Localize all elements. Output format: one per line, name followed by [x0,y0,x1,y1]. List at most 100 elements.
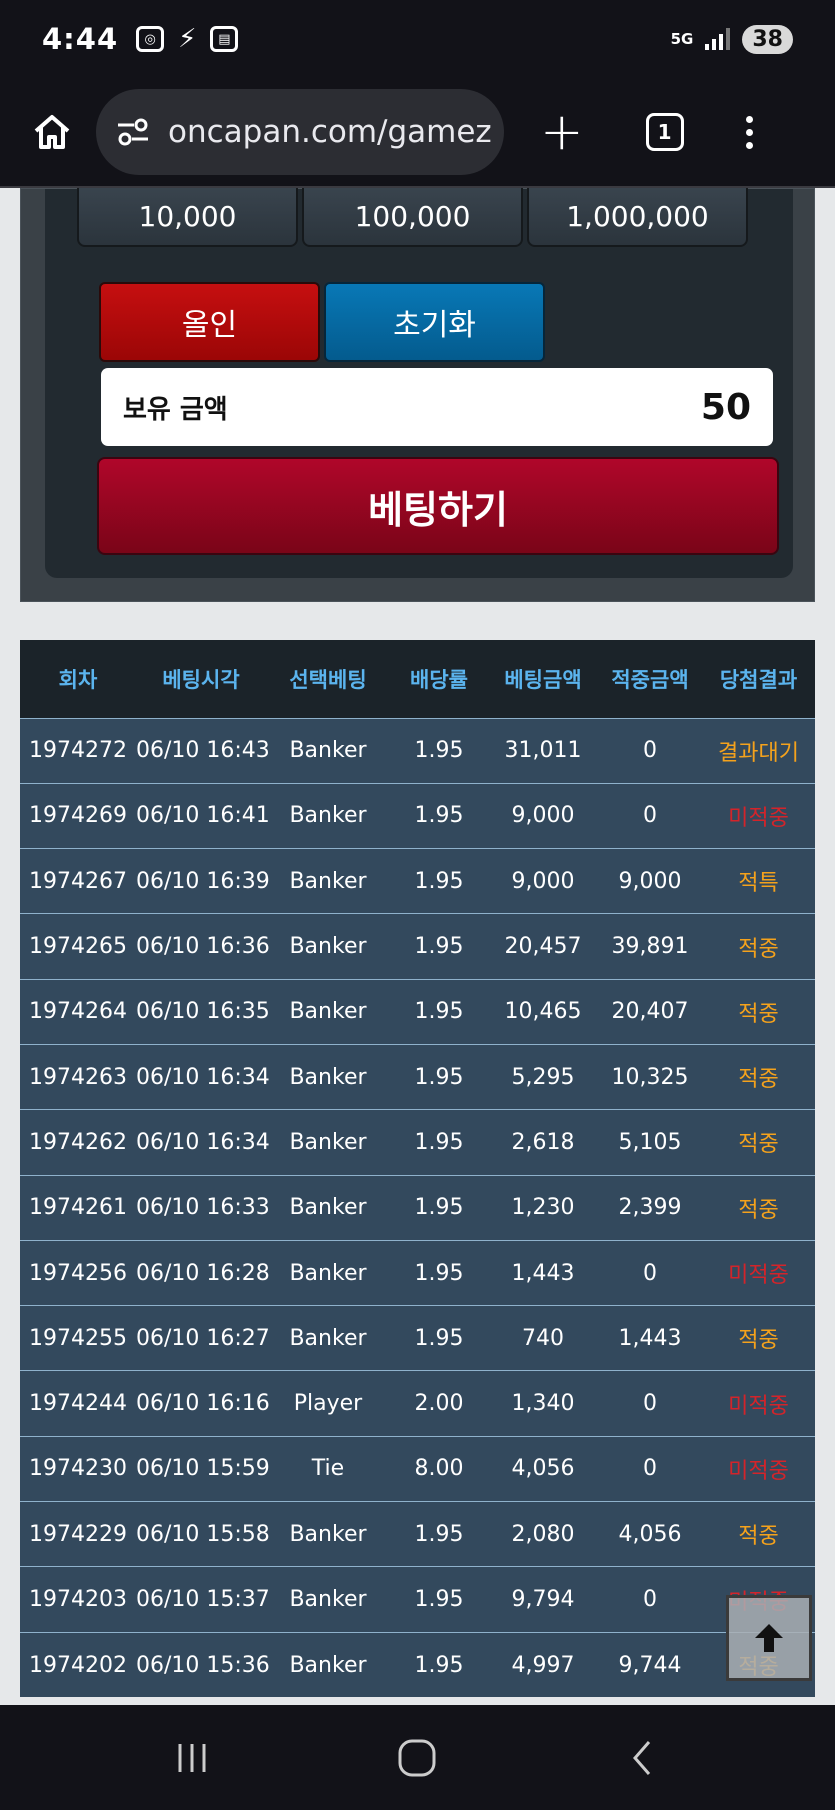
flash-icon: ⚡ [178,24,197,54]
table-cell: 06/10 16:34 [136,1064,270,1090]
table-cell: Banker [289,1521,367,1547]
new-tab-button[interactable]: + [540,106,584,158]
table-cell: 1.95 [414,1129,464,1155]
table-row: 1974261 06/10 16:33 Banker 1.95 1,230 2,399 적중 [20,1175,815,1241]
table-cell: 10,325 [611,1064,689,1090]
table-cell: Banker [289,1195,367,1221]
bet-history-table: 회차 베팅시각 선택베팅 배당률 베팅금액 적중금액 당첨결과 1974272 06/10 1… [20,640,815,1698]
table-cell: 1974263 [29,1064,127,1090]
action-row: 올인 초기화 [99,282,545,362]
table-row: 197420306/10 15:37Banker1.959,7940미적중 [20,1566,815,1633]
table-cell: 2.00 [414,1391,464,1417]
table-cell: 06/10 16:16 [136,1391,270,1417]
table-cell: 20,457 [504,934,582,960]
table-cell: Banker [289,1587,367,1612]
balance-label: 보유 금액 [123,394,228,425]
table-cell: Banker [289,738,367,764]
table-row: 1974230 06/10 15:59 Tie 8.00 4,056 0 미적중 [20,1436,815,1502]
table-row: 1974265 06/10 16:36 Banker 1.95 20,457 39,891… [20,913,815,980]
table-cell: 0 [643,1587,657,1612]
table-cell: Banker [289,1652,367,1678]
column-header: 회차 [58,667,98,692]
home-nav-icon[interactable] [395,1736,439,1780]
table-cell: 1,230 [511,1195,575,1221]
table-cell: 1974261 [29,1195,127,1221]
table-cell: 06/10 16:34 [136,1129,270,1155]
table-cell: Banker [289,1129,367,1155]
table-cell: 1974264 [29,999,127,1025]
table-cell: 4,056 [618,1521,682,1547]
scroll-to-top-button[interactable] [726,1595,812,1681]
table-cell: 1.95 [414,934,464,960]
table-cell: 1.95 [414,868,464,894]
table-cell: 9,794 [511,1587,575,1612]
address-bar[interactable]: oncapan.com/gamez [96,89,504,175]
result-cell: 적중 [738,1328,779,1354]
table-cell: 1974256 [29,1260,127,1286]
result-cell: 미적중 [728,1263,789,1289]
recent-apps-icon[interactable] [172,1738,212,1778]
table-cell: 0 [643,1391,657,1417]
table-cell: 1974269 [29,803,127,829]
signal-icon [705,28,731,50]
chip-button-10000[interactable]: 10,000 [77,188,298,247]
browser-menu-button[interactable] [745,115,753,149]
back-icon[interactable] [623,1738,663,1778]
table-cell: Banker [289,1260,367,1286]
table-cell: 0 [643,738,657,764]
table-cell: 1.95 [414,1652,464,1678]
table-row: 1974267 06/10 16:39 Banker 1.95 9,000 9,000 적특 [20,848,815,914]
notification-icons: ◎ ⚡ ▤ [136,24,239,54]
page-content: 10,000 100,000 1,000,000 올인 초기화 보유 금액 50… [0,188,835,1705]
chip-button-100000[interactable]: 100,000 [302,188,523,247]
table-cell: 1.95 [414,1325,464,1351]
table-cell: 06/10 16:41 [136,803,270,829]
table-cell: 1.95 [414,803,464,829]
table-cell: 5,105 [618,1129,682,1155]
table-row: 1974272 06/10 16:43 Banker 1.95 31,011 0 결과대기 [20,718,815,784]
url-text[interactable]: oncapan.com/gamez [168,114,492,150]
column-header: 베팅금액 [504,667,582,692]
all-in-button[interactable]: 올인 [99,282,320,362]
balance-box: 보유 금액 50 [101,368,773,446]
table-header-row: 회차 베팅시각 선택베팅 배당률 베팅금액 적중금액 당첨결과 [20,640,815,718]
table-cell: 1.95 [414,738,464,764]
column-header: 배당률 [410,667,468,692]
network-type: 5G [670,30,694,48]
reset-button[interactable]: 초기화 [324,282,545,362]
table-cell: 1.95 [414,1587,464,1612]
table-cell: 31,011 [504,738,582,764]
status-time: 4:44 [42,22,119,56]
bet-panel: 10,000 100,000 1,000,000 올인 초기화 보유 금액 50… [20,188,815,602]
table-cell: 1974255 [29,1325,127,1351]
table-cell: 0 [643,1456,657,1482]
table-cell: Banker [289,1064,367,1090]
table-cell: 20,407 [611,999,689,1025]
table-cell: 06/10 16:35 [136,999,270,1025]
arrow-up-icon [755,1624,783,1652]
result-cell: 미적중 [728,805,789,831]
table-row: 1974269 06/10 16:41 Banker 1.95 9,000 0 미적중 [20,783,815,849]
tab-switcher-button[interactable]: 1 [645,113,684,151]
table-cell: Player [293,1391,363,1417]
site-settings-icon[interactable] [116,117,150,147]
table-cell: 10,465 [504,999,582,1025]
table-cell: 06/10 16:33 [136,1195,270,1221]
table-cell: 1974265 [29,934,127,960]
result-cell: 결과대기 [718,740,799,766]
table-cell: 9,000 [511,803,575,829]
table-row: 1974229 06/10 15:58 Banker 1.95 2,080 4,056 적중 [20,1501,815,1567]
table-row: 197420206/10 15:36Banker1.954,9979,744적중 [20,1632,815,1698]
table-cell: 1974267 [29,868,127,894]
table-row: 1974262 06/10 16:34 Banker 1.95 2,618 5,105 적중 [20,1109,815,1176]
table-cell: 06/10 15:58 [136,1521,270,1547]
table-cell: 06/10 16:36 [136,934,270,960]
table-cell: 1.95 [414,1260,464,1286]
table-cell: Tie [311,1456,345,1482]
home-button[interactable] [30,110,74,154]
table-cell: 1974202 [29,1652,127,1678]
chip-button-1000000[interactable]: 1,000,000 [527,188,748,247]
table-cell: Banker [289,1325,367,1351]
place-bet-button[interactable]: 베팅하기 [97,457,779,555]
system-nav-bar [0,1705,835,1810]
